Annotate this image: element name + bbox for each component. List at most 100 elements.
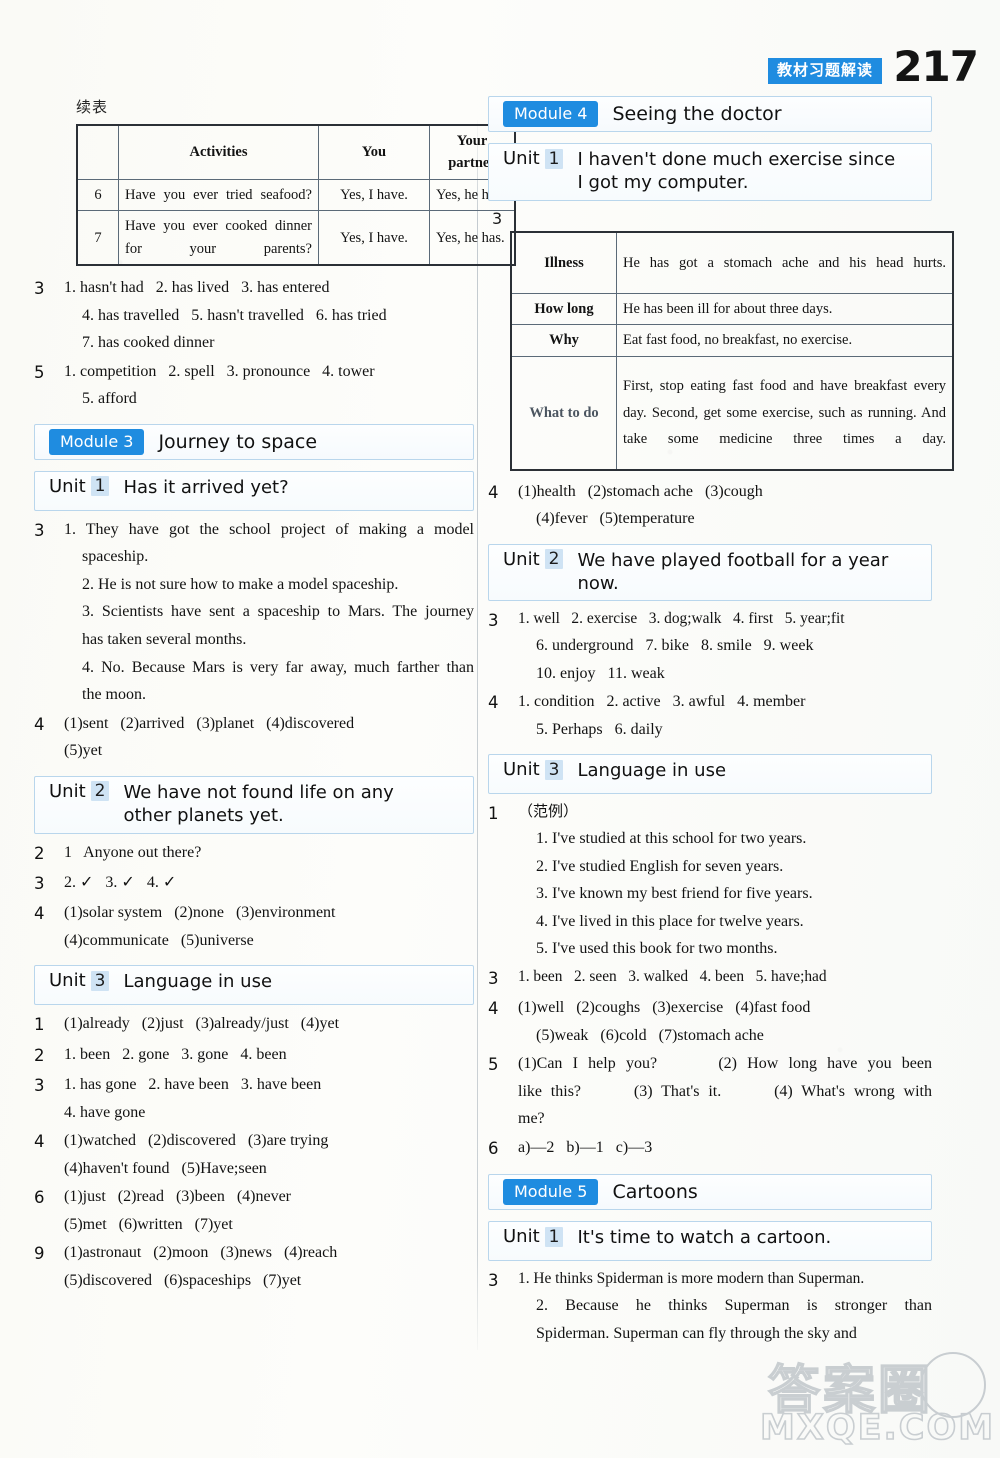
answer-number: 1 (34, 1015, 45, 1035)
unit-number: 2 (90, 781, 110, 802)
answer-lines: （范例） 1. I've studied at this school for … (518, 799, 932, 962)
answer-line: (1)Can I help you? (2) How long have you… (518, 1055, 932, 1073)
answer-group: 4 (1)health (2)stomach ache (3)cough (4)… (488, 478, 932, 533)
answer-lines: 1. condition 2. active 3. awful 4. membe… (518, 688, 932, 743)
answer-group: 3 1. been 2. seen 3. walked 4. been 5. h… (488, 964, 932, 993)
answer-lines: (1)health (2)stomach ache (3)cough (4)fe… (518, 478, 932, 533)
module-header-module-3: Module 3 Journey to space (34, 423, 474, 460)
answer-line: (1)just (2)read (3)been (4)never (64, 1188, 292, 1206)
module-title: Seeing the doctor (612, 103, 782, 125)
unit-number: 1 (544, 148, 564, 169)
unit-number: 3 (90, 970, 110, 991)
table-row: What to do First, stop eating fast food … (510, 355, 954, 471)
unit-label-wrap: Unit 3 (49, 970, 110, 991)
answer-number: 3 (488, 610, 499, 630)
answer-number: 9 (34, 1244, 45, 1264)
unit-label: Unit (503, 148, 540, 169)
answer-line: 1. He thinks Spiderman is more modern th… (518, 1270, 865, 1287)
answer-lines: 1. been 2. gone 3. gone 4. been (64, 1041, 474, 1069)
answer-lines: (1)watched (2)discovered (3)are trying (… (64, 1127, 474, 1182)
answer-lines: 1. has gone 2. have been 3. have been 4.… (64, 1071, 474, 1126)
answer-group: 6 a)—2 b)—1 c)—3 (488, 1134, 932, 1163)
answer-line: 1. hasn't had 2. has lived 3. has entere… (64, 279, 330, 297)
answer-lines: (1)well (2)coughs (3)exercise (4)fast fo… (518, 994, 932, 1049)
cell-activity: Have you ever cooked dinner for your par… (118, 210, 319, 266)
unit-number: 2 (544, 549, 564, 570)
answer-number: 5 (488, 1055, 499, 1075)
unit-label-wrap: Unit 2 (503, 549, 564, 570)
answer-line: (5)yet (64, 742, 103, 760)
answer-number: 6 (34, 1188, 45, 1208)
cell-value-what-to-do: First, stop eating fast food and have br… (616, 355, 954, 471)
answer-number: 2 (34, 1045, 45, 1065)
answer-line: 1. been 2. seen 3. walked 4. been 5. hav… (518, 967, 827, 985)
module-badge: Module 4 (503, 101, 599, 127)
answer-lines: (1)solar system (2)none (3)environment (… (64, 899, 474, 954)
answer-lines: (1)astronaut (2)moon (3)news (4)reach (5… (64, 1239, 474, 1294)
cell-value-how-long: He has been ill for about three days. (616, 292, 954, 326)
unit-label-wrap: Unit 2 (49, 781, 110, 802)
answer-lines: (1)already (2)just (3)already/just (4)ye… (64, 1010, 474, 1038)
answer-number: 3 (34, 1076, 45, 1096)
answer-lines: a)—2 b)—1 c)—3 (518, 1134, 932, 1162)
answer-line: (1)well (2)coughs (3)exercise (4)fast fo… (518, 999, 811, 1017)
answer-number: 4 (34, 714, 45, 734)
table-row: Why Eat fast food, no breakfast, no exer… (510, 324, 954, 357)
answer-line: 3. Scientists have sent a spaceship to M… (82, 603, 474, 621)
unit-label-wrap: Unit 1 (503, 1226, 564, 1247)
column-divider (477, 120, 478, 1350)
unit-title: Language in use (577, 760, 727, 782)
answer-line: 1. competition 2. spell 3. pronounce 4. … (64, 362, 375, 380)
table-row: How long He has been ill for about three… (510, 292, 954, 326)
watermark: 答案圈 MXQE.COM (754, 1348, 996, 1452)
answer-line: 1. been 2. gone 3. gone 4. been (64, 1045, 287, 1063)
answer-number: 3 (488, 968, 499, 988)
answer-group: 4 (1)well (2)coughs (3)exercise (4)fast … (488, 994, 932, 1049)
answer-lines: (1)just (2)read (3)been (4)never (5)met … (64, 1183, 474, 1238)
answer-line: 5. Perhaps 6. daily (536, 720, 663, 738)
cell-index: 7 (76, 210, 119, 266)
right-column: Module 4 Seeing the doctor Unit 1 I have… (488, 96, 954, 1349)
answer-number: 1 (488, 804, 499, 824)
answer-number: 3 (34, 520, 45, 540)
answer-group: 3 1. They have got the school project of… (34, 516, 474, 709)
unit-title: We have not found life on any other plan… (123, 781, 394, 826)
answer-line: spaceship. (82, 548, 149, 566)
cell-you: Yes, I have. (318, 178, 430, 212)
unit-title: It's time to watch a cartoon. (577, 1227, 832, 1248)
answer-lines: 2. ✓ 3. ✓ 4. ✓ (64, 869, 474, 897)
answer-line: 1. They have got the school project of m… (64, 520, 474, 538)
answer-line: (4)fever (5)temperature (536, 510, 695, 528)
module-header-module-4: Module 4 Seeing the doctor (488, 96, 932, 132)
unit-label: Unit (503, 1226, 540, 1247)
header-section-badge: 教材习题解读 (767, 58, 882, 84)
unit-title: We have played football for a year now. (577, 549, 889, 595)
answer-line: like this? (3) That's it. (4) What's wro… (518, 1082, 932, 1100)
exercise-number-lead: 3 (492, 209, 503, 228)
cell-label-how-long: How long (510, 292, 617, 326)
th-you: You (318, 124, 430, 180)
answer-lines: 1. hasn't had 2. has lived 3. has entere… (64, 274, 474, 357)
answer-group: 1 (1)already (2)just (3)already/just (4)… (34, 1010, 474, 1039)
unit-header-m3-unit-3: Unit 3 Language in use (34, 965, 474, 1006)
answer-line: a)—2 b)—1 c)—3 (518, 1138, 653, 1156)
page-number: 217 (893, 42, 979, 91)
unit-title: I haven't done much exercise since I got… (577, 149, 896, 194)
answer-number: 4 (34, 904, 45, 924)
answer-line: 4. has travelled 5. hasn't travelled 6. … (82, 306, 387, 324)
answer-group: 2 1. been 2. gone 3. gone 4. been (34, 1041, 474, 1070)
cell-label-illness: Illness (510, 231, 617, 294)
answer-group: 3 1. He thinks Spiderman is more modern … (488, 1266, 932, 1348)
continued-table-label: 续表 (76, 98, 109, 116)
table-row: Illness He has got a stomach ache and hi… (510, 231, 954, 294)
watermark-site: MXQE.COM (759, 1407, 996, 1449)
answer-group: 4 (1)sent (2)arrived (3)planet (4)discov… (34, 710, 474, 765)
unit-number: 1 (544, 1226, 564, 1247)
left-column: 续表 Activities You Your partner 6 Have yo… (34, 96, 516, 1295)
table-row: 6 Have you ever tried seafood? Yes, I ha… (76, 178, 516, 212)
answer-group: 4 (1)watched (2)discovered (3)are trying… (34, 1127, 474, 1182)
answer-lines: 1. well 2. exercise 3. dog;walk 4. first… (518, 606, 932, 688)
answer-line: 2. He is not sure how to make a model sp… (82, 575, 399, 593)
answer-line: 2. I've studied English for seven years. (536, 857, 784, 875)
unit-label: Unit (49, 475, 86, 497)
